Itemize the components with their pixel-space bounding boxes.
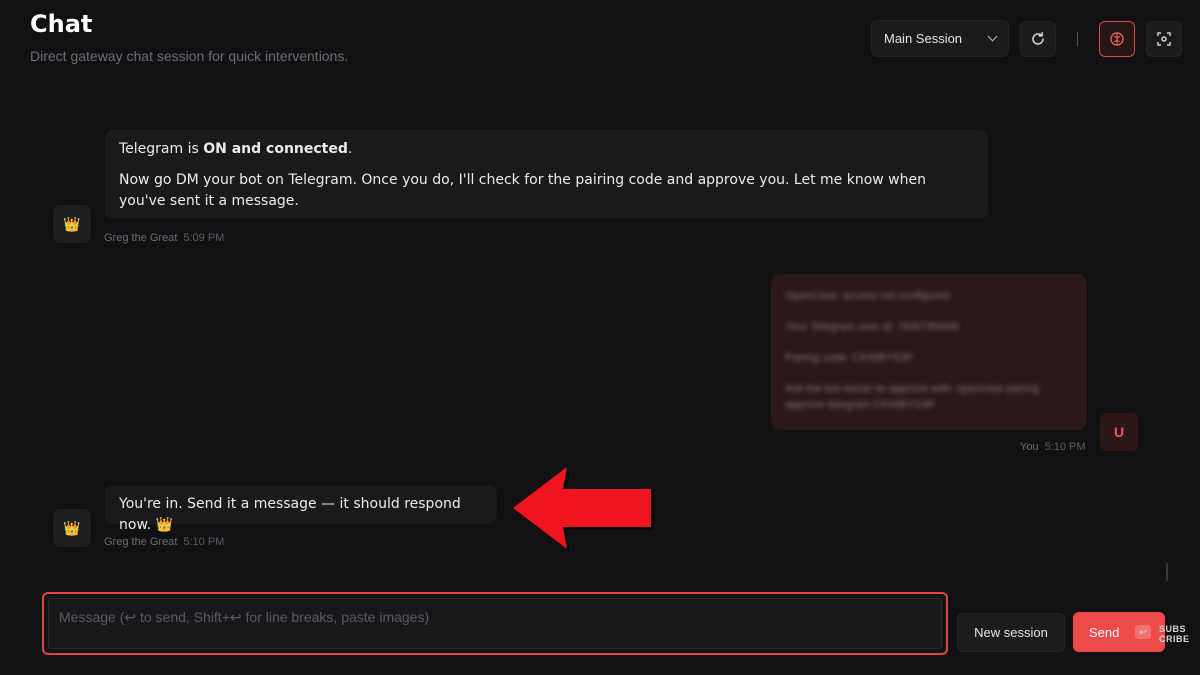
message-input[interactable] xyxy=(48,598,942,649)
assistant-message: Telegram is ON and connected. Now go DM … xyxy=(105,130,988,219)
session-select-label: Main Session xyxy=(884,31,963,46)
subscribe-text: CRIBE xyxy=(1159,634,1190,644)
sender-name: Greg the Great xyxy=(104,536,178,548)
message-composer xyxy=(42,592,948,655)
refresh-icon xyxy=(1032,31,1044,45)
message-line: Telegram is ON and connected. xyxy=(119,139,974,160)
message-text: . xyxy=(347,141,353,157)
sender-name: You xyxy=(1020,441,1039,453)
message-line: Now go DM your bot on Telegram. Once you… xyxy=(119,172,926,209)
message-line: You're in. Send it a message — it should… xyxy=(119,496,461,533)
chevron-down-icon xyxy=(987,31,998,42)
new-session-button[interactable]: New session xyxy=(957,613,1065,652)
enter-key-icon: ↩ xyxy=(1135,625,1151,639)
send-button[interactable]: Send ↩ xyxy=(1073,612,1165,652)
focus-mode-button[interactable] xyxy=(1146,21,1182,57)
message-time: 5:09 PM xyxy=(183,232,225,244)
send-button-label: Send xyxy=(1089,624,1120,640)
red-arrow-annotation xyxy=(513,467,654,552)
assistant-avatar: 👑 xyxy=(53,509,91,547)
message-time: 5:10 PM xyxy=(183,536,225,548)
message-text: Telegram is xyxy=(119,141,204,157)
message-meta: Greg the Great 5:09 PM xyxy=(104,232,224,244)
user-message: OpenClaw: access not configured. Your Te… xyxy=(771,274,1087,430)
assistant-avatar: 👑 xyxy=(53,205,91,243)
toolbar-divider xyxy=(1077,32,1078,46)
message-line: OpenClaw: access not configured. xyxy=(785,290,953,302)
subscribe-watermark: SUBS CRIBE xyxy=(1159,624,1190,644)
message-line: Your Telegram user id: 7830785696 xyxy=(785,321,959,333)
blurred-message-content: OpenClaw: access not configured. Your Te… xyxy=(785,288,1073,413)
message-meta: You 5:10 PM xyxy=(1020,441,1086,453)
scrollbar-thumb[interactable] xyxy=(1166,563,1168,581)
message-line: Pairing code: CKWBYS3P xyxy=(785,352,914,364)
sender-name: Greg the Great xyxy=(104,232,178,244)
page-subtitle: Direct gateway chat session for quick in… xyxy=(30,48,349,64)
brain-icon xyxy=(1110,32,1124,46)
user-avatar: U xyxy=(1100,413,1138,451)
page-title: Chat xyxy=(30,10,93,38)
message-meta: Greg the Great 5:10 PM xyxy=(104,536,224,548)
message-line: Ask the bot owner to approve with: openc… xyxy=(785,383,1040,411)
message-bold-text: ON and connected xyxy=(203,141,348,157)
thinking-toggle-button[interactable] xyxy=(1099,21,1135,57)
session-select[interactable]: Main Session xyxy=(871,20,1009,57)
refresh-button[interactable] xyxy=(1020,21,1056,57)
assistant-message: You're in. Send it a message — it should… xyxy=(105,485,497,533)
subscribe-text: SUBS xyxy=(1159,624,1187,634)
message-time: 5:10 PM xyxy=(1044,441,1086,453)
focus-icon xyxy=(1157,32,1171,46)
